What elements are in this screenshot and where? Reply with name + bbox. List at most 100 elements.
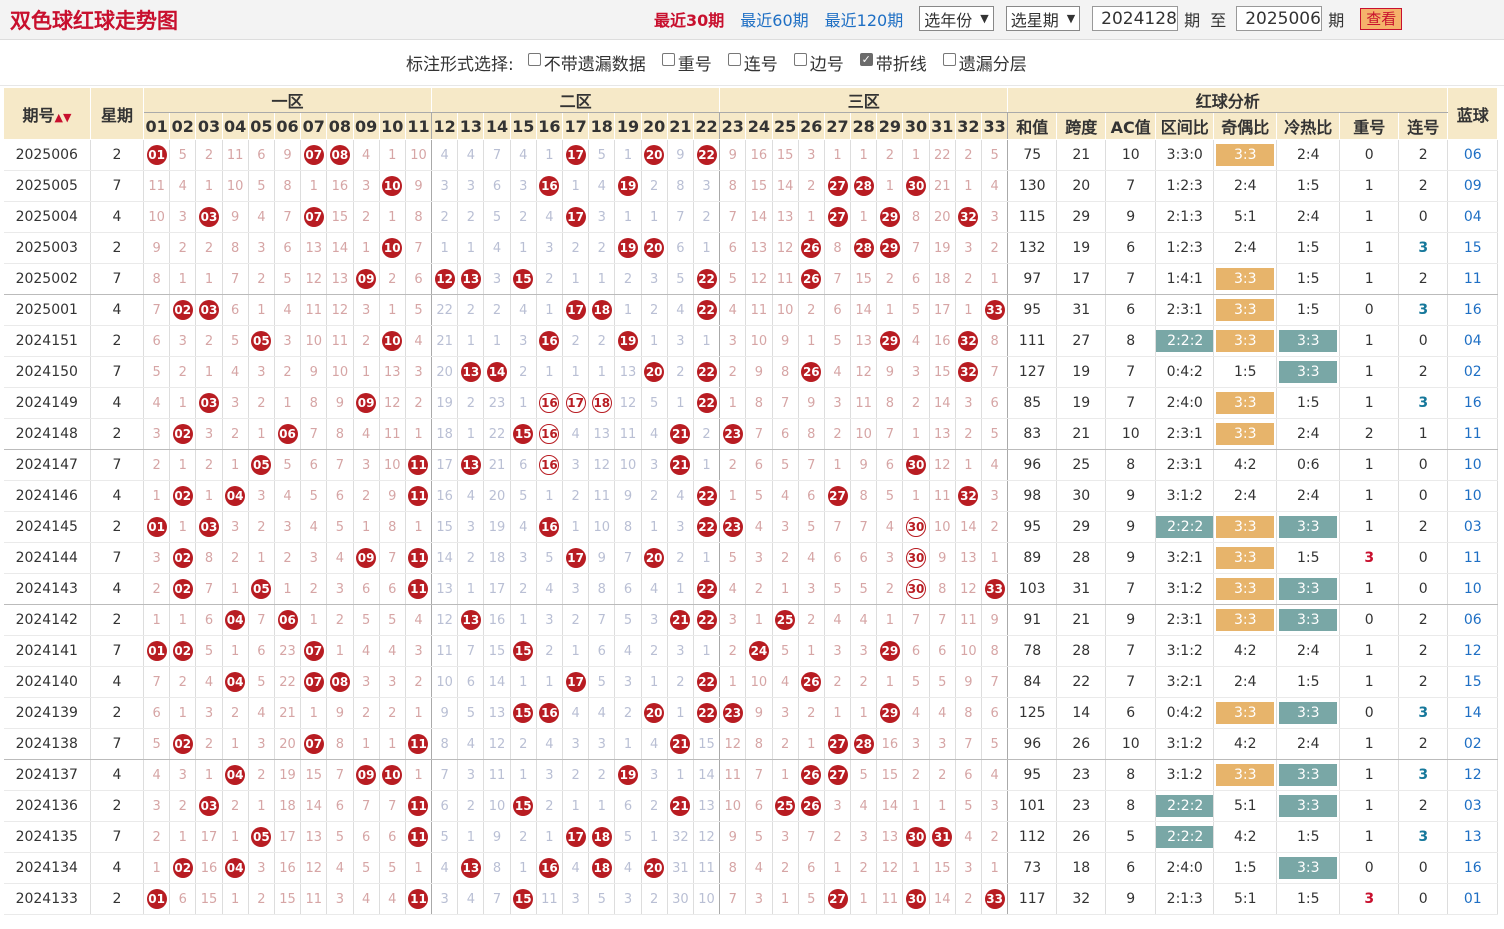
miss-cell: 2: [222, 542, 249, 574]
miss-cell: 1: [798, 635, 825, 667]
hit-cell: 30: [902, 573, 930, 605]
checkbox-icon[interactable]: [727, 53, 741, 66]
miss-cell: 1: [824, 139, 852, 171]
miss-cell: 12: [745, 263, 773, 295]
range-120-link[interactable]: 最近120期: [825, 7, 904, 31]
stat-cell: 3:1:2: [1155, 635, 1215, 667]
miss-cell: 2: [195, 232, 223, 264]
miss-cell: 5: [588, 139, 616, 171]
stat-cell: 1: [1339, 232, 1400, 264]
stat-cell: 3: [1398, 697, 1449, 729]
miss-cell: 4: [405, 325, 433, 357]
stat-cell: 25: [1056, 449, 1107, 481]
miss-cell: 2: [274, 542, 302, 574]
stat-cell: 30: [1056, 480, 1107, 512]
period-header[interactable]: 期号▲▼: [3, 87, 91, 140]
miss-cell: 1: [169, 697, 197, 729]
table-row: 2024134 4 1 02 16 04 3 16 12 4 5 5 1 4 13 8 1 16 4 18 4 20 31 1…: [3, 852, 1498, 884]
hit-cell: 22: [693, 604, 721, 636]
option-2[interactable]: 连号: [727, 50, 778, 75]
option-0[interactable]: 不带遗漏数据: [527, 50, 646, 75]
miss-cell: 1: [510, 232, 537, 264]
checkbox-icon[interactable]: [942, 53, 956, 66]
miss-cell: 1: [902, 418, 930, 450]
period-cell: 2025003: [3, 232, 91, 264]
stat-header: 重号: [1339, 112, 1400, 140]
red-ball: 14: [487, 362, 508, 382]
miss-cell: 1: [876, 604, 904, 636]
hit-cell: 04: [222, 852, 249, 884]
miss-cell: 1: [405, 852, 433, 884]
hit-cell: 29: [876, 232, 904, 264]
option-1[interactable]: 重号: [661, 50, 712, 75]
miss-cell: 2: [248, 387, 275, 419]
to-period-input[interactable]: 2025006: [1236, 6, 1323, 31]
red-ball: 10: [382, 331, 403, 351]
red-ball: 16: [539, 393, 560, 413]
miss-cell: 6: [745, 449, 773, 481]
red-ball: 08: [329, 145, 350, 165]
miss-cell: 2: [876, 263, 904, 295]
option-5[interactable]: 遗漏分层: [942, 50, 1027, 75]
miss-cell: 5: [981, 418, 1009, 450]
stat-cell: 73: [1007, 852, 1058, 884]
miss-cell: 5: [353, 604, 380, 636]
checkbox-icon[interactable]: [793, 53, 807, 66]
red-ball: 13: [460, 455, 481, 475]
stat-badge: 2:2:2: [1156, 795, 1213, 817]
red-ball: 16: [539, 424, 560, 444]
week-select[interactable]: 选星期 ▼: [1005, 6, 1081, 31]
hit-cell: 18: [588, 821, 616, 853]
hit-cell: 30: [902, 883, 930, 915]
hit-cell: 03: [195, 790, 223, 822]
checkbox-icon[interactable]: ✓: [859, 53, 873, 66]
stat-cell: 3:3: [1276, 852, 1341, 884]
miss-cell: 1: [169, 387, 197, 419]
miss-cell: 7: [143, 666, 171, 698]
range-30-link[interactable]: 最近30期: [654, 7, 724, 31]
hit-cell: 19: [614, 170, 642, 202]
period-cell: 2024145: [3, 511, 91, 543]
checkbox-icon[interactable]: [527, 53, 541, 66]
stat-cell: 0: [1398, 201, 1449, 233]
year-select[interactable]: 选年份 ▼: [919, 6, 994, 31]
miss-cell: 6: [929, 635, 956, 667]
stat-cell: 2:2:2: [1155, 325, 1215, 357]
miss-cell: 3: [614, 666, 642, 698]
number-header: 08: [326, 112, 354, 140]
view-button[interactable]: 查看: [1360, 7, 1403, 30]
stat-cell: 1: [1339, 511, 1400, 543]
hit-cell: 21: [667, 604, 694, 636]
miss-cell: 7: [379, 542, 406, 574]
miss-cell: 14: [326, 232, 354, 264]
red-ball: 09: [356, 548, 377, 568]
stat-cell: 2: [1398, 263, 1449, 295]
from-period-input[interactable]: 2024128: [1092, 6, 1179, 31]
miss-cell: 5: [772, 449, 799, 481]
hit-cell: 16: [536, 511, 564, 543]
stat-cell: 9: [1105, 480, 1157, 512]
hit-cell: 02: [169, 480, 197, 512]
miss-cell: 1: [902, 139, 930, 171]
miss-cell: 13: [850, 325, 878, 357]
zone3-header: 三区: [719, 87, 1009, 113]
option-4[interactable]: ✓ 带折线: [859, 50, 927, 75]
hit-cell: 29: [876, 635, 904, 667]
miss-cell: 18: [929, 263, 956, 295]
week-cell: 2: [90, 511, 144, 543]
stat-cell: 9: [1105, 201, 1157, 233]
red-ball: 15: [513, 796, 534, 816]
red-ball: 02: [172, 734, 193, 754]
miss-cell: 4: [143, 759, 171, 791]
miss-cell: 2: [274, 356, 302, 388]
miss-cell: 5: [824, 573, 852, 605]
option-3[interactable]: 边号: [793, 50, 844, 75]
option-label: 连号: [743, 55, 778, 75]
blue-ball-cell: 16: [1447, 852, 1498, 884]
range-60-link[interactable]: 最近60期: [740, 7, 808, 31]
miss-cell: 1: [955, 170, 983, 202]
checkbox-icon[interactable]: [661, 53, 675, 66]
stat-cell: 19: [1056, 232, 1107, 264]
hit-cell: 19: [614, 232, 642, 264]
miss-cell: 14: [850, 294, 878, 326]
